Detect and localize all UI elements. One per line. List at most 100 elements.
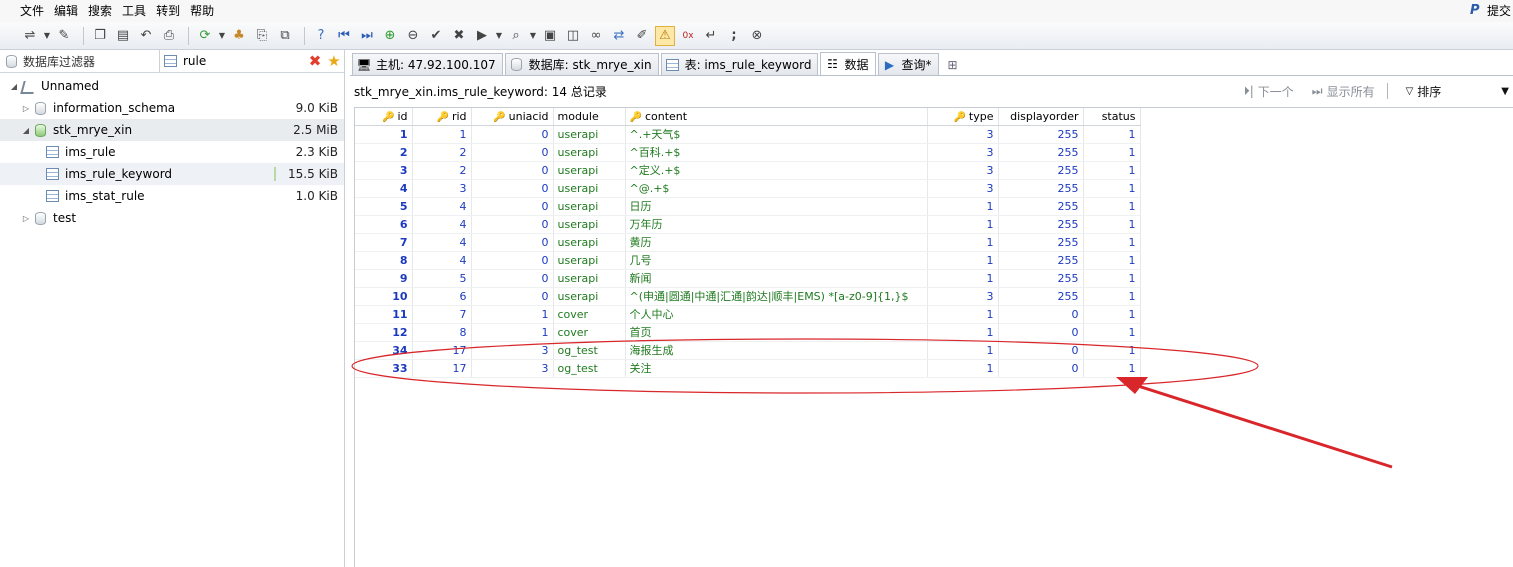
cell-uniacid[interactable]: 0 xyxy=(471,233,554,252)
cell-displayorder[interactable]: 255 xyxy=(998,197,1084,216)
cell-displayorder[interactable]: 0 xyxy=(998,359,1084,378)
cell-id[interactable]: 10 xyxy=(355,287,413,306)
user-manager-icon[interactable]: ♣ xyxy=(229,26,249,46)
cell-id[interactable]: 6 xyxy=(355,215,413,234)
table-row[interactable]: 3 2 0 userapi ^定义.+$ 3 255 1 xyxy=(355,161,1141,180)
cell-content[interactable]: 首页 xyxy=(625,323,928,342)
chevron-down-icon[interactable]: ▼ xyxy=(43,26,51,46)
cell-id[interactable]: 2 xyxy=(355,143,413,162)
column-header-displayorder[interactable]: displayorder xyxy=(998,108,1084,126)
cell-content[interactable]: ^.+天气$ xyxy=(625,125,928,144)
cell-status[interactable]: 1 xyxy=(1083,323,1141,342)
cell-module[interactable]: userapi xyxy=(553,287,626,306)
disconnect-icon[interactable]: ✎ xyxy=(54,26,74,46)
cell-module[interactable]: userapi xyxy=(553,233,626,252)
import-icon[interactable]: ⧉ xyxy=(275,26,295,46)
connect-icon[interactable]: ⇌ xyxy=(20,26,40,46)
table-row[interactable]: 5 4 0 userapi 日历 1 255 1 xyxy=(355,197,1141,216)
filter-dropdown-icon[interactable]: ▼ xyxy=(1501,86,1509,97)
cell-module[interactable]: og_test xyxy=(553,341,626,360)
cell-module[interactable]: userapi xyxy=(553,143,626,162)
cell-content[interactable]: ^@.+$ xyxy=(625,179,928,198)
add-row-icon[interactable]: ⊕ xyxy=(380,26,400,46)
tree-node-database[interactable]: ◢ stk_mrye_xin 2.5 MiB xyxy=(0,119,344,141)
table-row[interactable]: 33 17 3 og_test 关注 1 0 1 xyxy=(355,359,1141,378)
cell-status[interactable]: 1 xyxy=(1083,287,1141,306)
cell-id[interactable]: 8 xyxy=(355,251,413,270)
cell-uniacid[interactable]: 1 xyxy=(471,305,554,324)
cell-content[interactable]: 关注 xyxy=(625,359,928,378)
cell-rid[interactable]: 3 xyxy=(412,179,472,198)
cell-module[interactable]: cover xyxy=(553,305,626,324)
cell-rid[interactable]: 2 xyxy=(412,143,472,162)
semicolon-icon[interactable]: ; xyxy=(724,26,744,46)
cell-status[interactable]: 1 xyxy=(1083,359,1141,378)
table-row[interactable]: 10 6 0 userapi ^(申通|圆通|中通|汇通|韵达|顺丰|EMS) *[a-… xyxy=(355,287,1141,306)
cell-content[interactable]: ^定义.+$ xyxy=(625,161,928,180)
column-header-module[interactable]: module xyxy=(553,108,626,126)
cell-rid[interactable]: 5 xyxy=(412,269,472,288)
cell-id[interactable]: 1 xyxy=(355,125,413,144)
cell-displayorder[interactable]: 255 xyxy=(998,215,1084,234)
submit-button[interactable]: P 提交 xyxy=(1470,2,1511,19)
export-icon[interactable]: ⎘ xyxy=(252,26,272,46)
cell-module[interactable]: userapi xyxy=(553,125,626,144)
cell-type[interactable]: 3 xyxy=(927,161,999,180)
cell-type[interactable]: 1 xyxy=(927,251,999,270)
cell-module[interactable]: userapi xyxy=(553,251,626,270)
cell-rid[interactable]: 4 xyxy=(412,197,472,216)
tree-node-table[interactable]: ims_rule 2.3 KiB xyxy=(0,141,344,163)
favorite-star-icon[interactable]: ★ xyxy=(324,52,344,70)
cell-type[interactable]: 1 xyxy=(927,323,999,342)
chevron-right-icon[interactable]: ▷ xyxy=(20,104,32,113)
menu-edit[interactable]: 编辑 xyxy=(54,0,78,22)
menu-file[interactable]: 文件 xyxy=(20,0,44,22)
clear-filter-icon[interactable]: ✖ xyxy=(306,52,324,70)
cell-rid[interactable]: 17 xyxy=(412,359,472,378)
database-filter-input[interactable]: 数据库过滤器 xyxy=(0,50,160,72)
show-all-button[interactable]: ⏭ 显示所有 xyxy=(1312,83,1375,100)
cell-uniacid[interactable]: 0 xyxy=(471,143,554,162)
cell-content[interactable]: 海报生成 xyxy=(625,341,928,360)
tab-data[interactable]: ☷ 数据 xyxy=(820,52,876,75)
cell-module[interactable]: userapi xyxy=(553,269,626,288)
last-icon[interactable]: ⏭ xyxy=(357,26,377,46)
hex-icon[interactable]: 0x xyxy=(678,26,698,46)
save-as-icon[interactable]: ◫ xyxy=(563,26,583,46)
cell-rid[interactable]: 8 xyxy=(412,323,472,342)
table-row[interactable]: 2 2 0 userapi ^百科.+$ 3 255 1 xyxy=(355,143,1141,162)
edit-icon[interactable]: ✐ xyxy=(632,26,652,46)
cell-displayorder[interactable]: 0 xyxy=(998,305,1084,324)
cell-type[interactable]: 3 xyxy=(927,125,999,144)
cell-uniacid[interactable]: 0 xyxy=(471,251,554,270)
table-row[interactable]: 34 17 3 og_test 海报生成 1 0 1 xyxy=(355,341,1141,360)
tab-database[interactable]: 数据库: stk_mrye_xin xyxy=(504,53,659,75)
cell-rid[interactable]: 4 xyxy=(412,251,472,270)
menu-goto[interactable]: 转到 xyxy=(156,0,180,22)
cell-module[interactable]: userapi xyxy=(553,215,626,234)
cell-content[interactable]: 万年历 xyxy=(625,215,928,234)
column-header-content[interactable]: 🔑 content xyxy=(625,108,928,126)
cell-module[interactable]: userapi xyxy=(553,161,626,180)
tree-node-database[interactable]: ▷ test xyxy=(0,207,344,229)
cell-id[interactable]: 12 xyxy=(355,323,413,342)
cell-type[interactable]: 3 xyxy=(927,287,999,306)
tab-query[interactable]: ▶ 查询* xyxy=(877,53,939,75)
chevron-down-icon[interactable]: ▼ xyxy=(495,26,503,46)
column-header-uniacid[interactable]: 🔑 uniacid xyxy=(471,108,554,126)
tree-node-table[interactable]: ims_stat_rule 1.0 KiB xyxy=(0,185,344,207)
tab-table[interactable]: 表: ims_rule_keyword xyxy=(660,53,819,75)
cell-uniacid[interactable]: 0 xyxy=(471,215,554,234)
cell-type[interactable]: 3 xyxy=(927,143,999,162)
table-row[interactable]: 7 4 0 userapi 黄历 1 255 1 xyxy=(355,233,1141,252)
menu-search[interactable]: 搜索 xyxy=(88,0,112,22)
tree-node-server[interactable]: ◢ Unnamed xyxy=(0,75,344,97)
column-header-status[interactable]: status xyxy=(1083,108,1141,126)
cell-id[interactable]: 4 xyxy=(355,179,413,198)
stop-icon[interactable]: ⊗ xyxy=(747,26,767,46)
sort-button[interactable]: ▽ 排序 xyxy=(1406,83,1442,100)
cell-rid[interactable]: 7 xyxy=(412,305,472,324)
cell-content[interactable]: ^百科.+$ xyxy=(625,143,928,162)
cell-id[interactable]: 9 xyxy=(355,269,413,288)
cell-displayorder[interactable]: 0 xyxy=(998,341,1084,360)
